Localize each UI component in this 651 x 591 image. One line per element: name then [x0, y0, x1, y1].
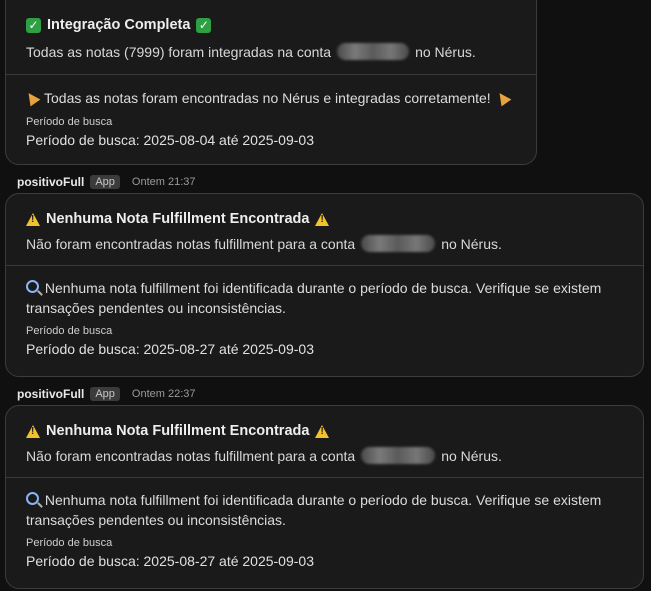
period-label: Período de busca: [26, 537, 113, 549]
message-title: ✓ Integração Completa ✓: [26, 17, 522, 33]
warning-icon: [26, 212, 40, 226]
timestamp[interactable]: Ontem 21:37: [132, 176, 196, 188]
message-header: positivoFull App Ontem 22:37: [17, 387, 196, 401]
period-value: Período de busca: 2025-08-04 até 2025-09…: [26, 132, 314, 148]
message-note: Todas as notas foram encontradas no Néru…: [23, 88, 522, 108]
period-value: Período de busca: 2025-08-27 até 2025-09…: [26, 341, 314, 357]
warning-icon: [315, 424, 330, 438]
message-card-no-fulfillment: Nenhuma Nota Fulfillment Encontrada Não …: [5, 405, 644, 589]
author-name[interactable]: positivoFull: [17, 175, 84, 189]
message-line: Não foram encontradas notas fulfillment …: [26, 235, 502, 252]
redacted-account: [361, 235, 436, 252]
period-label: Período de busca: [26, 325, 113, 337]
redacted-account: [337, 43, 410, 60]
message-line: Todas as notas (7999) foram integradas n…: [26, 43, 476, 60]
app-badge: App: [90, 387, 120, 401]
redacted-account: [361, 447, 436, 464]
message-line: Não foram encontradas notas fulfillment …: [26, 447, 502, 464]
warning-icon: [26, 424, 40, 438]
warning-icon: [315, 212, 330, 226]
message-title: Nenhuma Nota Fulfillment Encontrada: [26, 423, 629, 439]
magnifying-glass-icon: [26, 492, 39, 505]
message-header: positivoFull App Ontem 21:37: [17, 175, 196, 189]
party-popper-icon: [494, 89, 512, 107]
app-badge: App: [90, 175, 120, 189]
party-popper-icon: [23, 89, 41, 107]
message-title: Nenhuma Nota Fulfillment Encontrada: [26, 211, 629, 227]
message-card-integration-complete: ✓ Integração Completa ✓ Todas as notas (…: [5, 0, 537, 165]
message-note: Nenhuma nota fulfillment foi identificad…: [26, 492, 602, 528]
timestamp[interactable]: Ontem 22:37: [132, 388, 196, 400]
magnifying-glass-icon: [26, 280, 39, 293]
author-name[interactable]: positivoFull: [17, 387, 84, 401]
check-mark-icon: ✓: [196, 17, 212, 33]
period-value: Período de busca: 2025-08-27 até 2025-09…: [26, 553, 314, 569]
message-card-no-fulfillment: Nenhuma Nota Fulfillment Encontrada Não …: [5, 193, 644, 377]
period-label: Período de busca: [26, 116, 113, 128]
check-mark-icon: ✓: [26, 17, 41, 33]
message-note: Nenhuma nota fulfillment foi identificad…: [26, 280, 602, 316]
